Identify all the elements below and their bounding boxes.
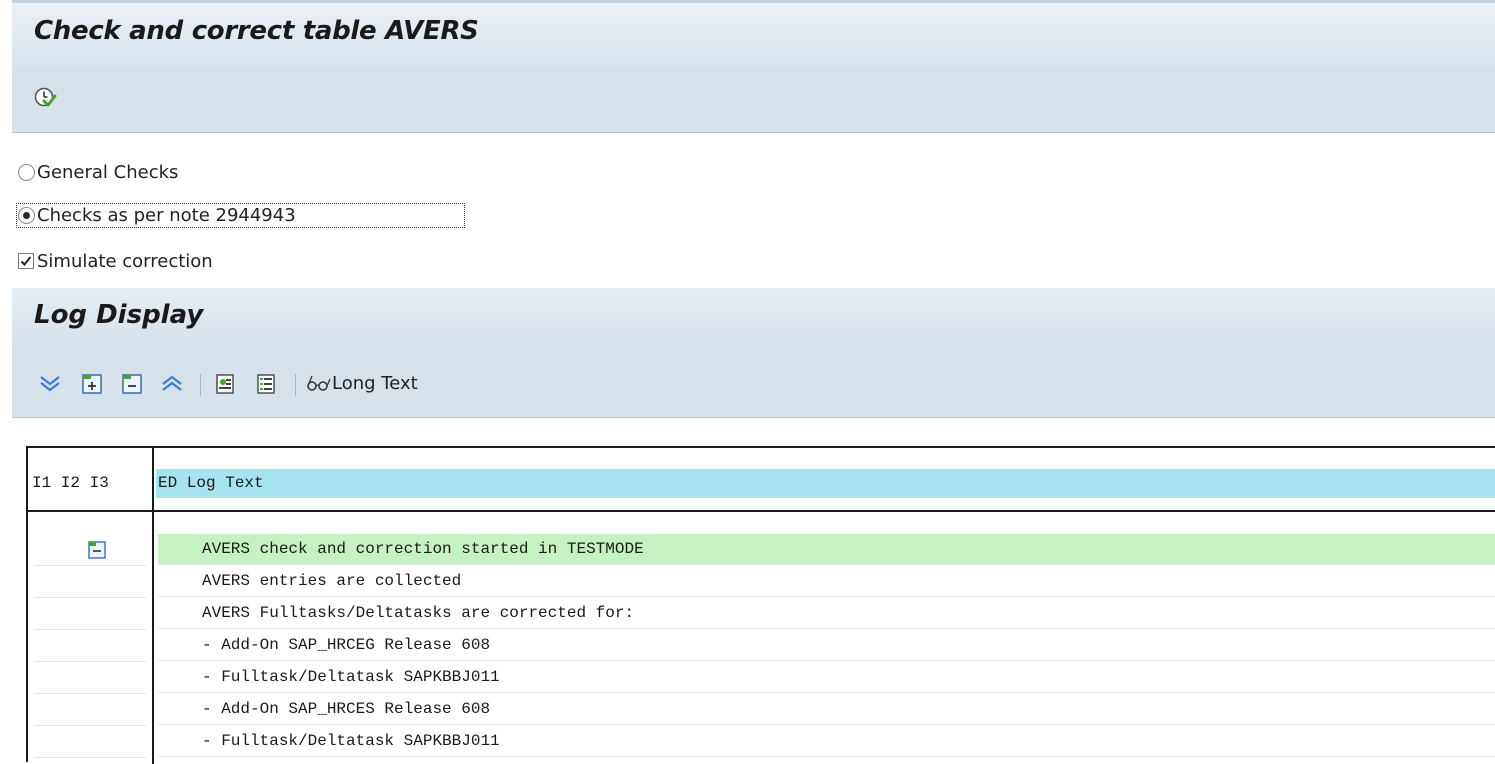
simulate-correction-option[interactable]: Simulate correction bbox=[18, 249, 213, 273]
toolbar-separator bbox=[200, 374, 201, 396]
log-row-level-cell bbox=[34, 726, 146, 758]
title-bar: Check and correct table AVERS bbox=[12, 0, 1495, 68]
general-checks-label: General Checks bbox=[37, 161, 179, 183]
focus-outline: Checks as per note 2944943 bbox=[16, 202, 465, 228]
execute-clock-icon[interactable] bbox=[32, 85, 58, 111]
note-checks-radio[interactable] bbox=[18, 206, 35, 224]
log-row[interactable]: AVERS check and correction started in TE… bbox=[28, 534, 1495, 566]
log-grid: I1 I2 I3 ED Log Text AVERS check and cor… bbox=[26, 446, 1495, 764]
simulate-correction-checkbox[interactable] bbox=[18, 253, 34, 269]
log-row-level-cell bbox=[34, 662, 146, 694]
layout-icon[interactable] bbox=[254, 372, 280, 398]
log-row-text: AVERS Fulltasks/Deltatasks are corrected… bbox=[158, 598, 1495, 629]
long-text-button[interactable]: Long Text bbox=[306, 369, 418, 397]
note-checks-option[interactable]: Checks as per note 2944943 bbox=[16, 202, 465, 228]
log-row[interactable]: AVERS entries are collected bbox=[28, 566, 1495, 598]
log-title-bar: Log Display bbox=[12, 288, 1495, 348]
log-row-level-cell bbox=[34, 566, 146, 598]
column-header-log-text[interactable]: ED Log Text bbox=[156, 469, 1495, 498]
header-divider bbox=[28, 510, 1495, 512]
general-checks-radio[interactable] bbox=[18, 163, 35, 181]
log-row-level-cell bbox=[34, 534, 146, 566]
simulate-correction-label: Simulate correction bbox=[37, 250, 213, 272]
log-row[interactable]: - Fulltask/Deltatask SAPKBBJ011 bbox=[28, 726, 1495, 758]
checkmark-icon bbox=[20, 256, 32, 266]
selection-screen: General Checks Checks as per note 294494… bbox=[0, 133, 1495, 288]
log-row[interactable]: AVERS Fulltasks/Deltatasks are corrected… bbox=[28, 598, 1495, 630]
detail-icon[interactable] bbox=[214, 372, 240, 398]
long-text-label: Long Text bbox=[332, 372, 418, 394]
application-toolbar bbox=[12, 68, 1495, 133]
log-row-level-cell bbox=[34, 630, 146, 662]
expand-all-icon[interactable] bbox=[38, 372, 64, 398]
note-checks-label: Checks as per note 2944943 bbox=[37, 204, 296, 226]
log-toolbar: Long Text bbox=[12, 348, 1495, 418]
collapse-all-icon[interactable] bbox=[160, 372, 186, 398]
collapse-subtree-icon[interactable] bbox=[120, 372, 146, 398]
log-row-level-cell bbox=[34, 694, 146, 726]
log-row-level-cell bbox=[34, 598, 146, 630]
log-row[interactable]: - Add-On SAP_HRCES Release 608 bbox=[28, 694, 1495, 726]
log-row[interactable]: - Add-On SAP_HRCEG Release 608 bbox=[28, 630, 1495, 662]
log-row[interactable]: - Fulltask/Deltatask SAPKBBJ011 bbox=[28, 662, 1495, 694]
log-row-text: - Add-On SAP_HRCEG Release 608 bbox=[158, 630, 1495, 661]
page-title: Check and correct table AVERS bbox=[34, 16, 479, 46]
column-header-levels[interactable]: I1 I2 I3 bbox=[32, 470, 109, 496]
toolbar-separator bbox=[295, 374, 296, 396]
log-row-text: - Fulltask/Deltatask SAPKBBJ011 bbox=[158, 662, 1495, 693]
folder-open-icon[interactable] bbox=[86, 539, 108, 566]
log-row-text: AVERS check and correction started in TE… bbox=[158, 534, 1495, 565]
log-row-text: AVERS entries are collected bbox=[158, 566, 1495, 597]
general-checks-option[interactable]: General Checks bbox=[18, 160, 178, 184]
expand-subtree-icon[interactable] bbox=[80, 372, 106, 398]
log-row-text: - Add-On SAP_HRCES Release 608 bbox=[158, 694, 1495, 725]
log-title: Log Display bbox=[34, 300, 204, 330]
glasses-icon bbox=[307, 375, 331, 391]
log-row-text: - Fulltask/Deltatask SAPKBBJ011 bbox=[158, 726, 1495, 757]
